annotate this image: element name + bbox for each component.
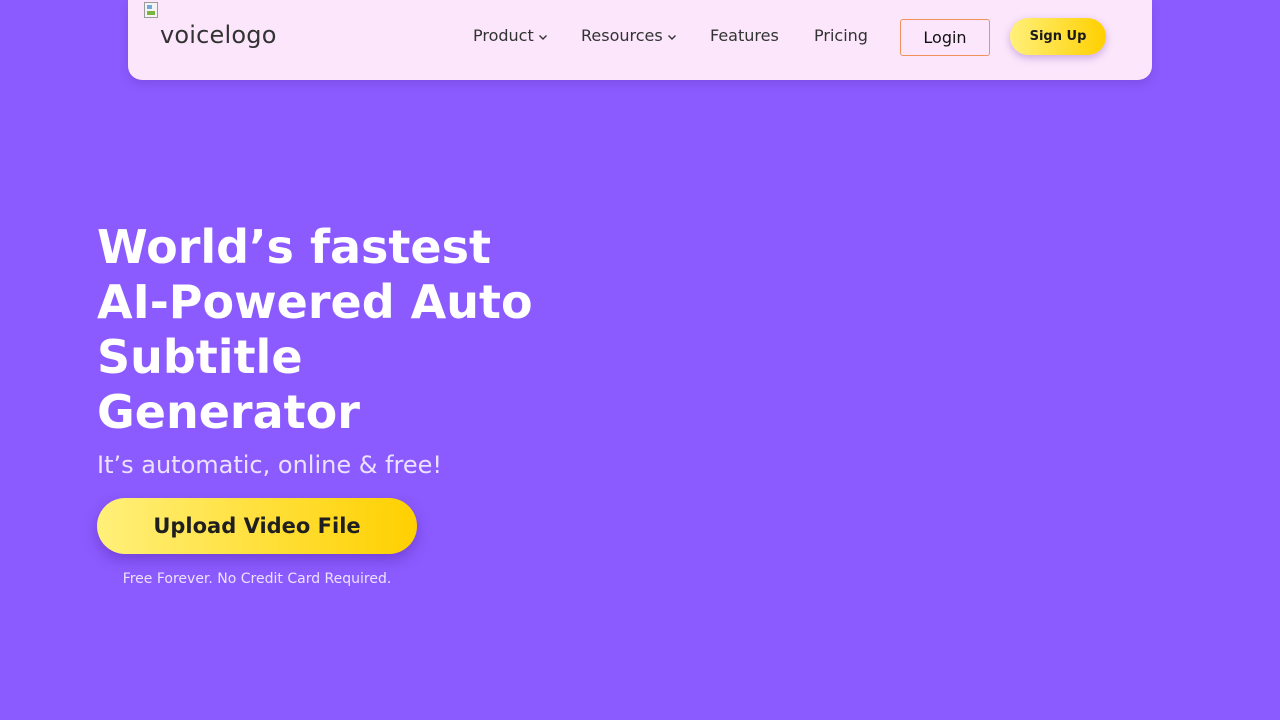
logo-alt-text: voicelogo [160, 21, 277, 49]
chevron-down-icon [538, 34, 547, 40]
nav-product[interactable]: Product [473, 26, 548, 45]
nav-resources-label: Resources [581, 26, 663, 45]
nav-product-label: Product [473, 26, 534, 45]
nav-resources[interactable]: Resources [581, 26, 677, 45]
hero-title-line: Generator [97, 385, 360, 439]
nav-features[interactable]: Features [710, 26, 779, 45]
top-navbar: voicelogo Product Resources Features Pri… [128, 0, 1152, 80]
logo-link[interactable]: voicelogo [144, 2, 294, 62]
free-forever-note: Free Forever. No Credit Card Required. [122, 571, 392, 587]
nav-pricing[interactable]: Pricing [814, 26, 868, 45]
hero-title: World’s fastest AI-Powered Auto Subtitle… [97, 220, 577, 440]
hero-subtitle: It’s automatic, online & free! [97, 451, 442, 479]
chevron-down-icon [667, 34, 676, 40]
hero-section: World’s fastest AI-Powered Auto Subtitle… [97, 220, 577, 480]
login-button[interactable]: Login [900, 19, 990, 56]
hero-title-line: AI-Powered Auto [97, 275, 533, 329]
signup-button[interactable]: Sign Up [1010, 18, 1106, 55]
upload-video-button[interactable]: Upload Video File [97, 498, 417, 554]
broken-image-icon [144, 2, 158, 18]
hero-title-line: Subtitle [97, 330, 303, 384]
hero-title-line: World’s fastest [97, 220, 491, 274]
